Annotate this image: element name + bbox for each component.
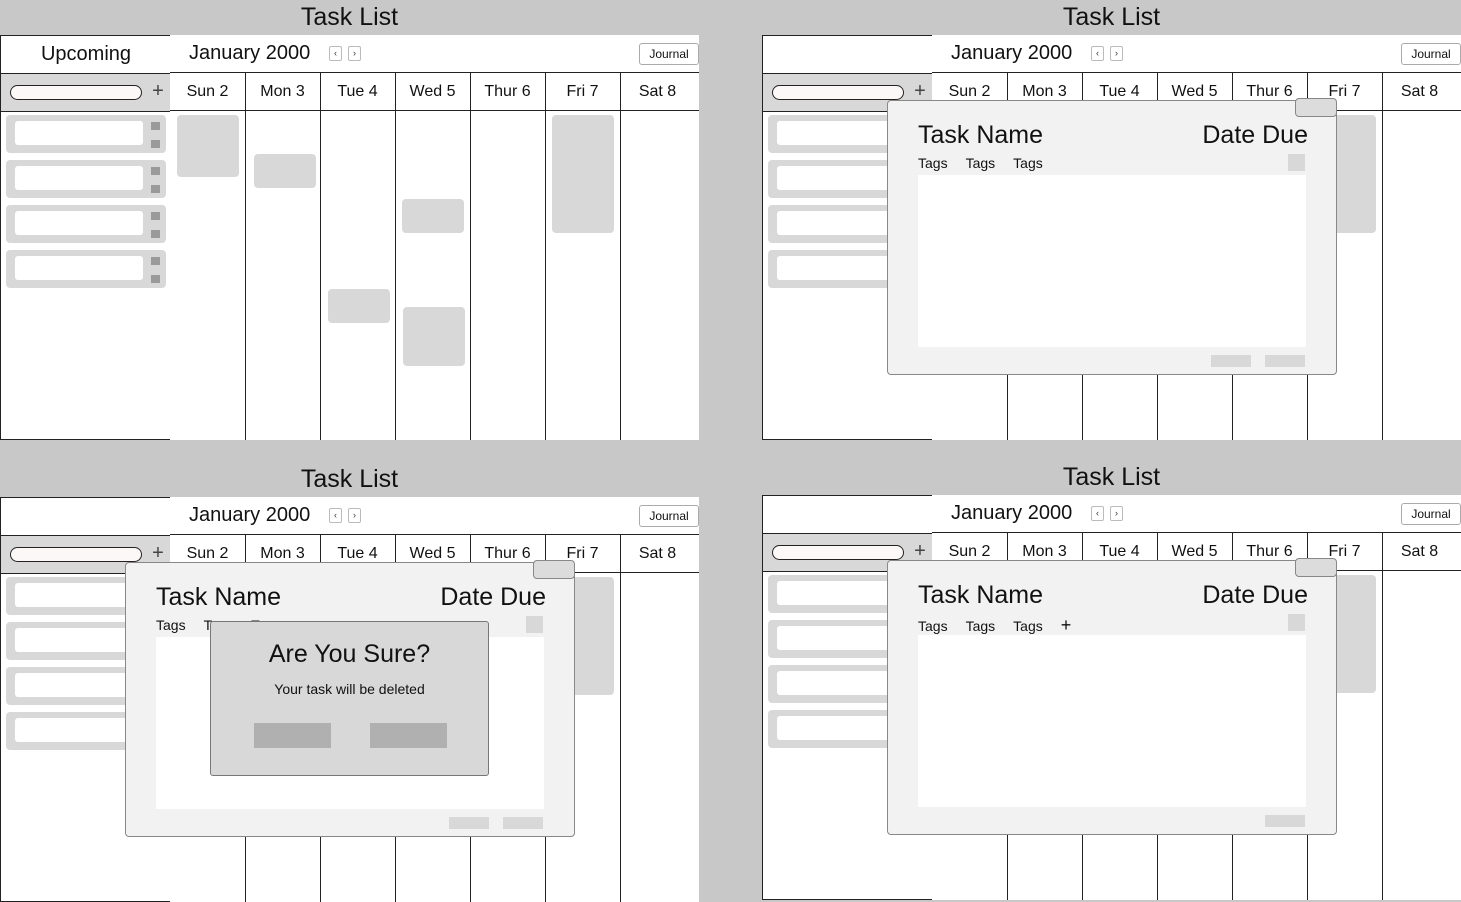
- tag[interactable]: Tags: [918, 155, 948, 171]
- menu-handle[interactable]: [151, 230, 160, 238]
- task-name[interactable]: Task Name: [918, 121, 1043, 150]
- day-header: Sat 8: [1400, 543, 1439, 560]
- confirm-no-button[interactable]: [370, 723, 447, 748]
- close-tab[interactable]: [1295, 98, 1337, 117]
- journal-button[interactable]: Journal: [639, 43, 699, 65]
- month-title: January 2000: [951, 502, 1073, 524]
- prev-month-button[interactable]: ‹: [329, 46, 342, 61]
- prev-month-button[interactable]: ‹: [1091, 46, 1104, 61]
- next-month-button[interactable]: ›: [1110, 506, 1123, 521]
- calendar-main: January 2000 ‹ › Journal Sun 2 Mon 3 Tue…: [170, 35, 699, 440]
- delete-button[interactable]: [1211, 355, 1251, 367]
- page-title: Task List: [1062, 3, 1161, 31]
- checkbox[interactable]: [526, 616, 543, 633]
- task-name[interactable]: Task Name: [918, 581, 1043, 610]
- journal-button[interactable]: Journal: [1401, 503, 1461, 525]
- month-title: January 2000: [189, 504, 311, 526]
- tag[interactable]: Tags: [1013, 155, 1043, 171]
- drag-handle[interactable]: [151, 212, 160, 220]
- calendar-event[interactable]: [402, 199, 464, 233]
- delete-button[interactable]: [449, 817, 489, 829]
- task-card[interactable]: [6, 160, 166, 198]
- menu-handle[interactable]: [151, 140, 160, 148]
- next-month-button[interactable]: ›: [1110, 46, 1123, 61]
- panel-confirm-delete: Task List + January 2000 ‹ › Journal Sun…: [0, 462, 699, 902]
- day-header: Fri 7: [566, 83, 599, 100]
- confirm-title: Are You Sure?: [268, 640, 431, 668]
- day-header: Wed 5: [409, 83, 456, 100]
- menu-handle[interactable]: [151, 275, 160, 283]
- panel-calendar: Task List Upcoming + January 2000 ‹ › Jo…: [0, 0, 699, 440]
- page-title: Task List: [300, 465, 399, 493]
- panel-add-tag: Task List + January 2000 ‹ › Journal Sun…: [762, 460, 1461, 900]
- tag[interactable]: Tags: [966, 155, 996, 171]
- calendar-event[interactable]: [254, 154, 316, 188]
- day-header: Sat 8: [1400, 83, 1439, 100]
- drag-handle[interactable]: [151, 122, 160, 130]
- tag-list: Tags Tags Tags: [918, 155, 1061, 171]
- day-header: Tue 4: [337, 83, 378, 100]
- tag[interactable]: Tags: [156, 617, 186, 633]
- close-tab[interactable]: [1295, 558, 1337, 577]
- prev-month-button[interactable]: ‹: [1091, 506, 1104, 521]
- sidebar-heading: Upcoming: [40, 43, 132, 65]
- tag[interactable]: Tags: [918, 618, 948, 634]
- task-due-date[interactable]: Date Due: [1202, 581, 1308, 610]
- calendar-event[interactable]: [403, 307, 465, 366]
- day-header: Sat 8: [638, 545, 677, 562]
- task-due-date[interactable]: Date Due: [1202, 121, 1308, 150]
- calendar-event[interactable]: [177, 115, 239, 177]
- task-name[interactable]: Task Name: [156, 583, 281, 612]
- task-modal: Task Name Date Due TagsTagsTags Are You …: [125, 560, 575, 837]
- month-title: January 2000: [951, 42, 1073, 64]
- journal-button[interactable]: Journal: [1401, 43, 1461, 65]
- sidebar-toolbar: +: [1, 73, 171, 112]
- save-button[interactable]: [1265, 355, 1305, 367]
- sidebar: Upcoming +: [0, 35, 172, 440]
- search-input[interactable]: [10, 547, 142, 562]
- task-modal: Task Name Date Due Tags Tags Tags: [887, 98, 1337, 375]
- panel-task-detail: Task List + January 2000 ‹ › Journal Sun…: [762, 0, 1461, 440]
- tag[interactable]: Tags: [1013, 618, 1043, 634]
- close-tab[interactable]: [533, 560, 575, 579]
- drag-handle[interactable]: [151, 257, 160, 265]
- day-header: Thur 6: [484, 83, 531, 100]
- save-button[interactable]: [1265, 815, 1305, 827]
- tag[interactable]: Tags: [966, 618, 996, 634]
- menu-handle[interactable]: [151, 185, 160, 193]
- day-header: Sat 8: [638, 83, 677, 100]
- task-card[interactable]: [6, 115, 166, 153]
- calendar-event[interactable]: [552, 115, 614, 233]
- day-header: Mon 3: [260, 83, 305, 100]
- plus-icon[interactable]: +: [149, 78, 167, 104]
- search-input[interactable]: [772, 85, 904, 100]
- drag-handle[interactable]: [151, 167, 160, 175]
- checkbox[interactable]: [1288, 154, 1305, 171]
- task-description-area[interactable]: [918, 175, 1306, 347]
- page-title: Task List: [1062, 463, 1161, 491]
- next-month-button[interactable]: ›: [348, 46, 361, 61]
- day-header: Sun 2: [186, 83, 229, 100]
- task-due-date[interactable]: Date Due: [440, 583, 546, 612]
- confirm-yes-button[interactable]: [254, 723, 331, 748]
- task-modal: Task Name Date Due Tags Tags Tags +: [887, 558, 1337, 835]
- calendar-event[interactable]: [328, 289, 390, 323]
- search-input[interactable]: [772, 545, 904, 560]
- journal-button[interactable]: Journal: [639, 505, 699, 527]
- task-card[interactable]: [6, 205, 166, 243]
- task-card[interactable]: [6, 250, 166, 288]
- search-input[interactable]: [10, 85, 142, 100]
- next-month-button[interactable]: ›: [348, 508, 361, 523]
- prev-month-button[interactable]: ‹: [329, 508, 342, 523]
- confirm-message: Your task will be deleted: [274, 681, 425, 697]
- tag-list: Tags Tags Tags +: [918, 615, 1089, 636]
- task-description-area[interactable]: [918, 635, 1306, 807]
- add-tag-button[interactable]: +: [1061, 615, 1072, 635]
- page-title: Task List: [300, 3, 399, 31]
- month-title: January 2000: [189, 42, 311, 64]
- checkbox[interactable]: [1288, 614, 1305, 631]
- save-button[interactable]: [503, 817, 543, 829]
- confirm-dialog: Are You Sure? Your task will be deleted: [210, 621, 489, 776]
